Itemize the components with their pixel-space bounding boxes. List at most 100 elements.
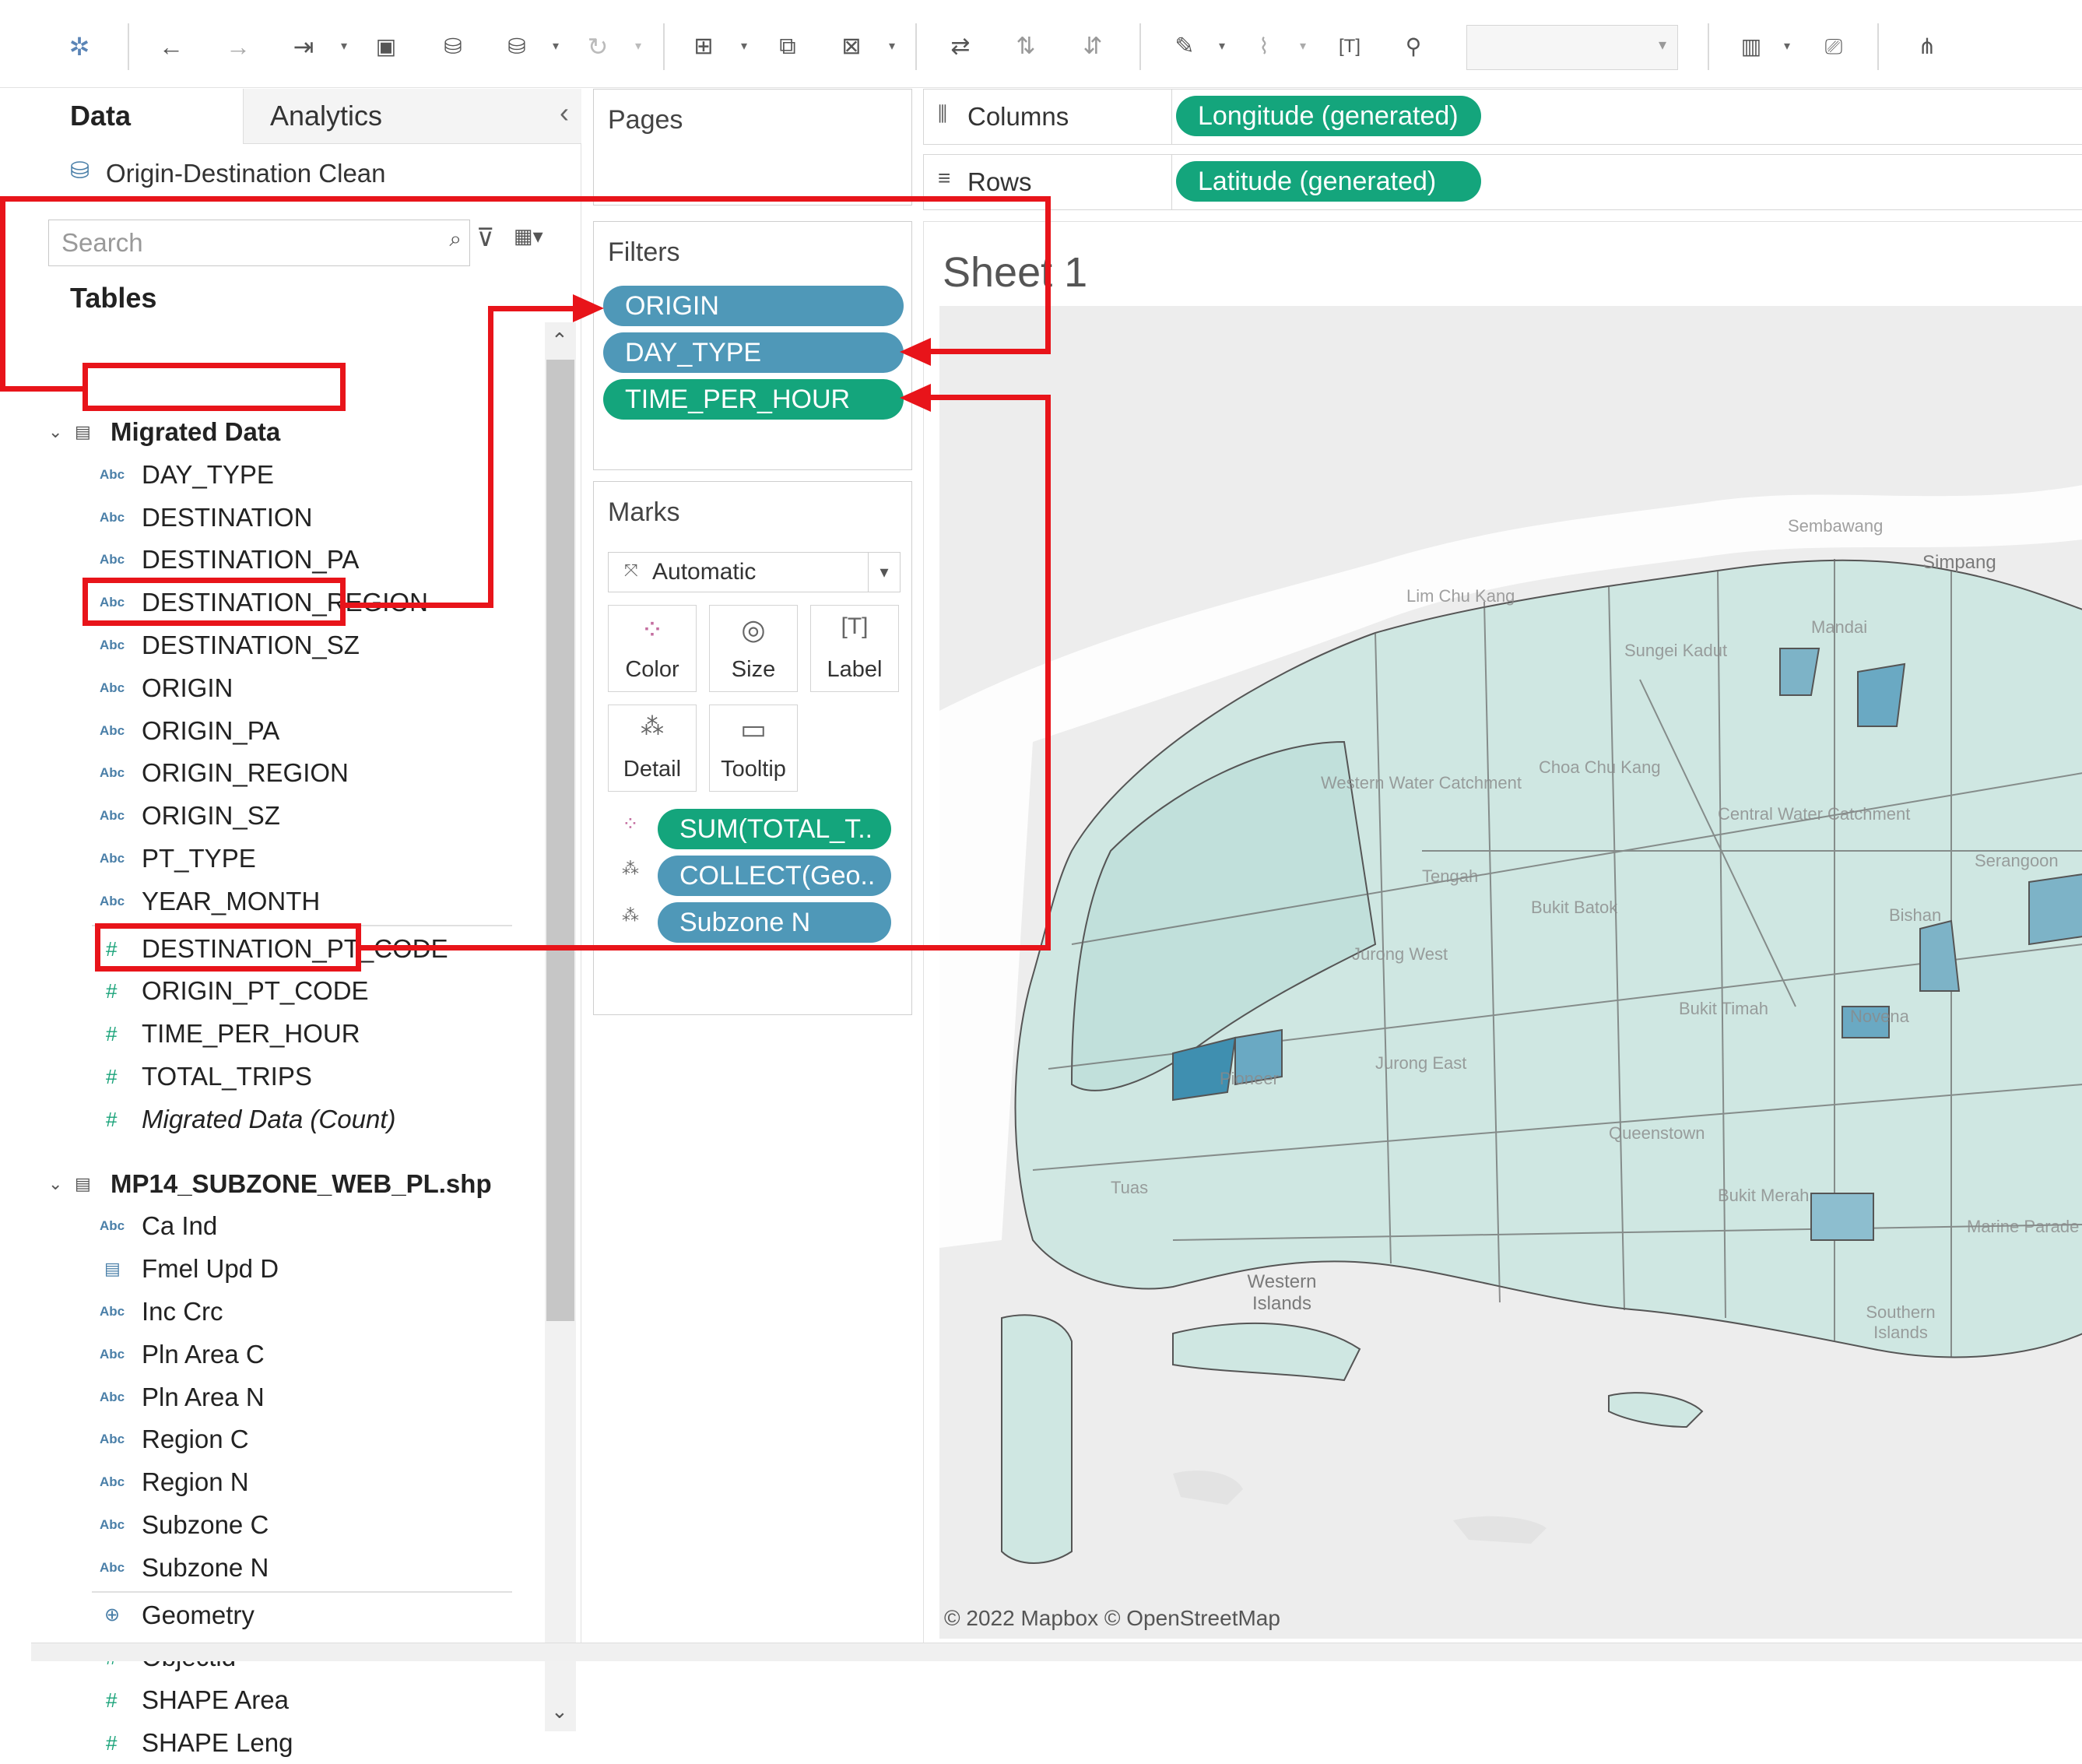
swap-replay-icon[interactable]: ⇥	[288, 31, 319, 62]
chevron-down-icon[interactable]: ▾	[338, 31, 350, 62]
string-type-icon: Abc	[100, 838, 125, 880]
subzone-mid	[1858, 664, 1905, 726]
field-item[interactable]: #ORIGIN_PT_CODE	[0, 970, 514, 1012]
clear-sheet-icon[interactable]: ⊠	[836, 31, 867, 62]
field-item[interactable]: AbcRegion N	[0, 1461, 514, 1503]
highlight-box-day-type	[83, 363, 346, 411]
chevron-down-icon[interactable]: ▾	[1216, 31, 1228, 62]
highlight-icon[interactable]: ✎	[1169, 31, 1200, 62]
columns-label: Columns	[967, 102, 1069, 132]
marks-pill-subzone-n[interactable]: Subzone N	[658, 902, 891, 943]
field-item[interactable]: AbcCa Ind	[0, 1205, 514, 1247]
size-button[interactable]: ◎ Size	[709, 605, 798, 692]
field-name: Geometry	[142, 1594, 255, 1636]
collapse-pane-icon[interactable]: ‹	[560, 97, 569, 129]
marks-pill-collect-geometry[interactable]: COLLECT(Geo..	[658, 856, 891, 896]
swap-rows-columns-icon[interactable]: ⇄	[945, 31, 976, 62]
filters-card[interactable]: Filters ORIGIN DAY_TYPE TIME_PER_HOUR	[593, 221, 912, 470]
filter-pill-time-per-hour[interactable]: TIME_PER_HOUR	[603, 379, 904, 420]
redo-icon[interactable]: →	[223, 31, 254, 62]
field-item[interactable]: AbcORIGIN_PA	[0, 710, 514, 752]
show-labels-icon[interactable]: [T]	[1334, 31, 1365, 62]
field-item[interactable]: #SHAPE Area	[0, 1679, 514, 1721]
field-name: ORIGIN_SZ	[142, 795, 280, 837]
map-view[interactable]: Sembawang Simpang Lim Chu Kang Mandai Su…	[939, 306, 2082, 1639]
label-button[interactable]: [T] Label	[810, 605, 899, 692]
rows-pill-latitude[interactable]: Latitude (generated)	[1176, 161, 1481, 202]
table-header[interactable]: ⌄▤Migrated Data	[0, 411, 514, 453]
field-item[interactable]: AbcRegion C	[0, 1418, 514, 1460]
field-item[interactable]: #TOTAL_TRIPS	[0, 1056, 514, 1098]
field-item[interactable]: AbcSubzone N	[0, 1547, 514, 1589]
show-me-icon[interactable]: ▥	[1736, 31, 1767, 62]
rows-shelf[interactable]: ≡ Rows Latitude (generated)	[923, 154, 2082, 210]
field-item[interactable]: AbcORIGIN	[0, 667, 514, 709]
rows-icon: ≡	[938, 166, 950, 191]
columns-shelf-header: ⫼ Columns	[924, 90, 1172, 144]
field-item[interactable]: #SHAPE Leng	[0, 1722, 514, 1764]
filter-pill-origin[interactable]: ORIGIN	[603, 286, 904, 326]
size-label: Size	[710, 657, 797, 683]
group-members-icon[interactable]: ⌇	[1248, 31, 1280, 62]
share-icon[interactable]: ⋔	[1912, 31, 1943, 62]
scroll-up-icon[interactable]: ⌃	[551, 329, 568, 353]
chevron-down-icon[interactable]: ⌄	[48, 411, 62, 453]
chevron-down-icon[interactable]: ▾	[632, 31, 644, 62]
field-item[interactable]: AbcPT_TYPE	[0, 838, 514, 880]
field-item[interactable]: #TIME_PER_HOUR	[0, 1013, 514, 1055]
scroll-down-icon[interactable]: ⌄	[551, 1699, 568, 1724]
mark-type-dropdown[interactable]: ⤧ Automatic ▾	[608, 552, 901, 592]
tableau-logo-icon[interactable]: ✲	[64, 31, 95, 62]
tooltip-button[interactable]: ▭ Tooltip	[709, 705, 798, 792]
map-attribution: © 2022 Mapbox © OpenStreetMap	[944, 1606, 1280, 1631]
sort-ascending-icon[interactable]: ⇅	[1010, 31, 1041, 62]
field-item[interactable]: AbcPln Area C	[0, 1334, 514, 1376]
pin-axes-icon[interactable]: ⚲	[1398, 31, 1429, 62]
field-item[interactable]: AbcORIGIN_SZ	[0, 795, 514, 837]
field-item[interactable]: ⊕Geometry	[0, 1594, 514, 1636]
pause-updates-icon[interactable]: ⛁	[501, 31, 532, 62]
duplicate-sheet-icon[interactable]: ⧉	[772, 31, 803, 62]
save-icon[interactable]: ▣	[370, 31, 402, 62]
pages-card[interactable]: Pages	[593, 89, 912, 206]
undo-icon[interactable]: ←	[156, 31, 187, 62]
chevron-down-icon[interactable]: ▾	[1781, 31, 1793, 62]
filter-pill-day-type[interactable]: DAY_TYPE	[603, 332, 904, 373]
field-item[interactable]: AbcPln Area N	[0, 1376, 514, 1418]
detail-button[interactable]: ⁂ Detail	[608, 705, 697, 792]
chevron-down-icon[interactable]: ▾	[1297, 31, 1309, 62]
data-pane-scrollbar[interactable]: ⌃ ⌄	[545, 322, 576, 1731]
field-item[interactable]: AbcSubzone C	[0, 1504, 514, 1546]
field-item[interactable]: AbcDESTINATION_PA	[0, 539, 514, 581]
new-worksheet-icon[interactable]: ⊞	[688, 31, 719, 62]
map-label: Bukit Timah	[1679, 999, 1768, 1019]
field-item[interactable]: AbcDAY_TYPE	[0, 454, 514, 496]
chevron-down-icon[interactable]: ▾	[738, 31, 750, 62]
table-header[interactable]: ⌄▤MP14_SUBZONE_WEB_PL.shp	[0, 1163, 514, 1205]
presentation-mode-icon[interactable]: ⎚	[1818, 31, 1849, 62]
new-datasource-icon[interactable]: ⛁	[437, 31, 469, 62]
field-item[interactable]: AbcYEAR_MONTH	[0, 880, 514, 922]
field-name: Pln Area N	[142, 1376, 265, 1418]
refresh-icon[interactable]: ↻	[582, 31, 613, 62]
field-item[interactable]: AbcORIGIN_REGION	[0, 752, 514, 794]
field-item[interactable]: ▤Fmel Upd D	[0, 1248, 514, 1290]
sort-descending-icon[interactable]: ⇵	[1077, 31, 1108, 62]
color-button[interactable]: ⁘ Color	[608, 605, 697, 692]
sheet-title[interactable]: Sheet 1	[943, 248, 1087, 297]
columns-pill-longitude[interactable]: Longitude (generated)	[1176, 96, 1481, 136]
chevron-down-icon[interactable]: ▾	[886, 31, 898, 62]
map-label: Bukit Merah	[1718, 1186, 1809, 1206]
field-item[interactable]: AbcDESTINATION_SZ	[0, 624, 514, 666]
scrollbar-thumb[interactable]	[546, 360, 574, 1321]
field-name: TOTAL_TRIPS	[142, 1056, 312, 1098]
chevron-down-icon[interactable]: ⌄	[48, 1163, 62, 1205]
chevron-down-icon[interactable]: ▾	[549, 31, 562, 62]
columns-shelf[interactable]: ⫼ Columns Longitude (generated)	[923, 89, 2082, 145]
fit-dropdown[interactable]: ▾	[1466, 25, 1678, 70]
field-item[interactable]: AbcDESTINATION	[0, 497, 514, 539]
map-canvas[interactable]	[939, 306, 2082, 1639]
field-item[interactable]: #Migrated Data (Count)	[0, 1098, 514, 1140]
field-item[interactable]: AbcInc Crc	[0, 1291, 514, 1333]
marks-pill-sum-total-trips[interactable]: SUM(TOTAL_T..	[658, 809, 891, 849]
